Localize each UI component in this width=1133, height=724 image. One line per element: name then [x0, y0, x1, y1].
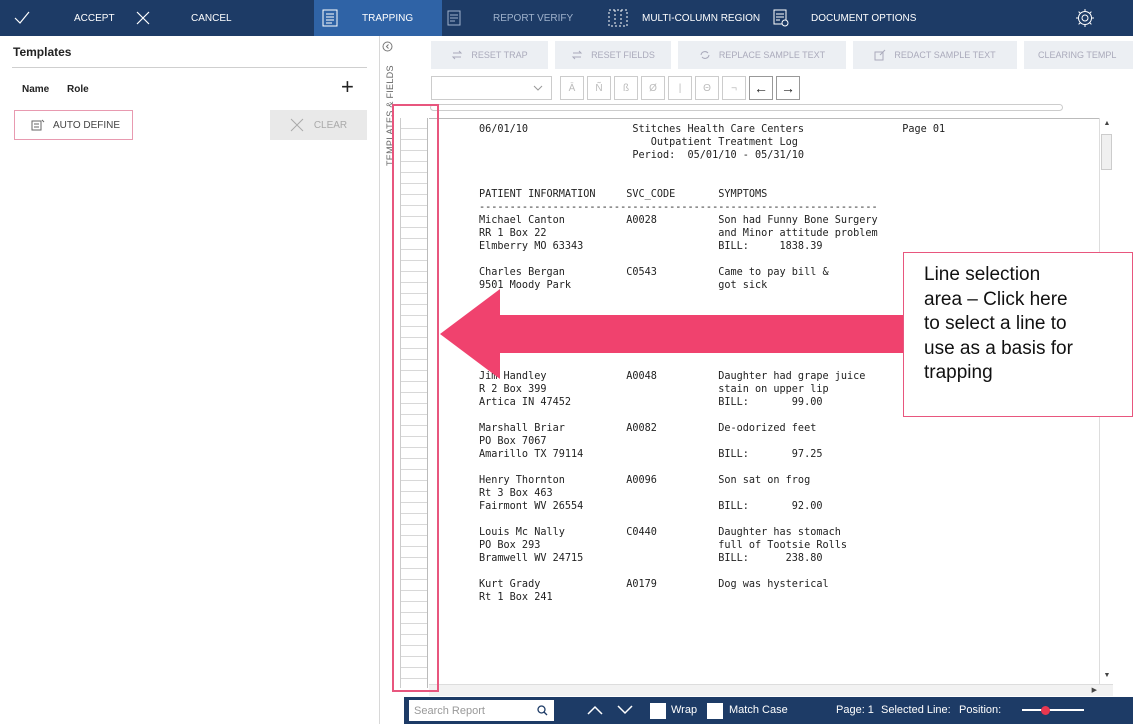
page-indicator: Page: 1	[836, 704, 874, 716]
replace-sample-text-button[interactable]: REPLACE SAMPLE TEXT	[678, 41, 846, 69]
selected-line-indicator: Selected Line:	[881, 704, 951, 716]
reset-trap-label: RESET TRAP	[471, 50, 528, 60]
position-slider-thumb[interactable]	[1041, 706, 1050, 715]
accept-button[interactable]: ACCEPT	[14, 0, 115, 36]
accept-label: ACCEPT	[74, 12, 115, 24]
redact-sample-label: REDACT SAMPLE TEXT	[894, 50, 996, 60]
close-icon	[290, 118, 304, 132]
clear-label: CLEAR	[313, 119, 348, 131]
symbol-button[interactable]: Θ	[695, 76, 719, 100]
tab-trapping[interactable]: TRAPPING	[314, 0, 442, 36]
auto-define-label: AUTO DEFINE	[53, 119, 121, 131]
symbol-toolbar: Ā Ñ ß Ø | Θ ¬ ← →	[400, 72, 1133, 111]
scroll-up-icon[interactable]: ▲	[1102, 120, 1112, 130]
search-input[interactable]: Search Report	[409, 700, 554, 721]
horizontal-ruler	[430, 104, 1063, 111]
multi-column-label: MULTI-COLUMN REGION	[642, 12, 761, 24]
arrow-right-button[interactable]: →	[776, 76, 800, 100]
clearing-templates-button[interactable]: CLEARING TEMPL	[1024, 41, 1133, 69]
multi-column-region-button[interactable]: MULTI-COLUMN REGION	[608, 0, 760, 36]
tab-report-verify[interactable]: REPORT VERIFY	[447, 0, 573, 36]
add-template-button[interactable]: +	[341, 76, 354, 98]
reset-fields-label: RESET FIELDS	[591, 50, 655, 60]
document-options-icon	[773, 9, 789, 27]
symbol-button[interactable]: Ā	[560, 76, 584, 100]
redact-icon	[874, 49, 886, 61]
wrap-checkbox[interactable]	[650, 703, 666, 719]
column-name-header: Name	[22, 84, 50, 95]
cancel-label: CANCEL	[191, 12, 232, 24]
replace-icon	[700, 51, 710, 59]
document-options-button[interactable]: DOCUMENT OPTIONS	[773, 0, 916, 36]
cancel-button[interactable]: CANCEL	[136, 0, 232, 36]
scroll-thumb[interactable]	[1101, 134, 1112, 170]
auto-define-icon	[31, 119, 45, 131]
check-icon	[14, 11, 30, 24]
symbol-dropdown[interactable]	[431, 76, 552, 100]
chevron-down-icon[interactable]	[617, 705, 633, 715]
reset-fields-button[interactable]: RESET FIELDS	[555, 41, 671, 69]
report-verify-label: REPORT VERIFY	[493, 12, 574, 24]
scroll-right-icon[interactable]: ▶	[1092, 686, 1097, 694]
auto-define-button[interactable]: AUTO DEFINE	[14, 110, 133, 140]
settings-button[interactable]	[1075, 0, 1095, 36]
position-label: Position:	[959, 704, 1002, 716]
position-slider[interactable]	[1022, 709, 1084, 711]
reset-icon	[571, 50, 583, 60]
document-options-label: DOCUMENT OPTIONS	[811, 12, 917, 24]
divider	[12, 67, 367, 68]
gear-icon	[1076, 9, 1094, 27]
clear-button[interactable]: CLEAR	[270, 110, 367, 140]
scroll-down-icon[interactable]: ▼	[1102, 672, 1112, 682]
line-selection-highlight	[392, 104, 439, 692]
search-placeholder: Search Report	[414, 704, 485, 717]
clearing-templ-label: CLEARING TEMPL	[1038, 50, 1117, 60]
columns-icon	[608, 9, 628, 27]
arrow-left-button[interactable]: ←	[749, 76, 773, 100]
search-icon[interactable]	[537, 705, 548, 716]
collapse-icon[interactable]	[382, 41, 393, 52]
callout-arrow	[440, 289, 905, 379]
symbol-button[interactable]: Ñ	[587, 76, 611, 100]
column-role-header: Role	[67, 84, 89, 95]
horizontal-scrollbar[interactable]: ▶	[429, 684, 1113, 696]
symbol-button[interactable]: Ø	[641, 76, 665, 100]
trapping-icon	[322, 9, 338, 27]
reset-trap-button[interactable]: RESET TRAP	[431, 41, 548, 69]
replace-sample-label: REPLACE SAMPLE TEXT	[718, 50, 826, 60]
templates-title: Templates	[13, 45, 72, 59]
symbol-button[interactable]: ¬	[722, 76, 746, 100]
symbol-button[interactable]: |	[668, 76, 692, 100]
close-icon	[136, 11, 150, 25]
wrap-label: Wrap	[671, 704, 698, 716]
chevron-up-icon[interactable]	[587, 705, 603, 715]
trapping-label: TRAPPING	[362, 12, 414, 24]
report-verify-icon	[447, 10, 461, 26]
callout-box: Line selection area – Click here to sele…	[903, 252, 1133, 417]
top-toolbar: ACCEPT CANCEL TRAPPING REPORT VERIFY MUL…	[0, 0, 1133, 36]
chevron-down-icon	[533, 85, 543, 91]
bottom-search-bar: Search Report Wrap Match Case Page: 1 Se…	[404, 697, 1133, 724]
trap-toolbar: RESET TRAP RESET FIELDS REPLACE SAMPLE T…	[400, 36, 1133, 70]
symbol-button[interactable]: ß	[614, 76, 638, 100]
reset-icon	[452, 50, 463, 60]
match-case-checkbox[interactable]	[707, 703, 723, 719]
templates-panel: Templates Name Role + AUTO DEFINE CLEAR	[0, 36, 380, 724]
match-case-label: Match Case	[729, 704, 788, 716]
redact-sample-text-button[interactable]: REDACT SAMPLE TEXT	[853, 41, 1017, 69]
